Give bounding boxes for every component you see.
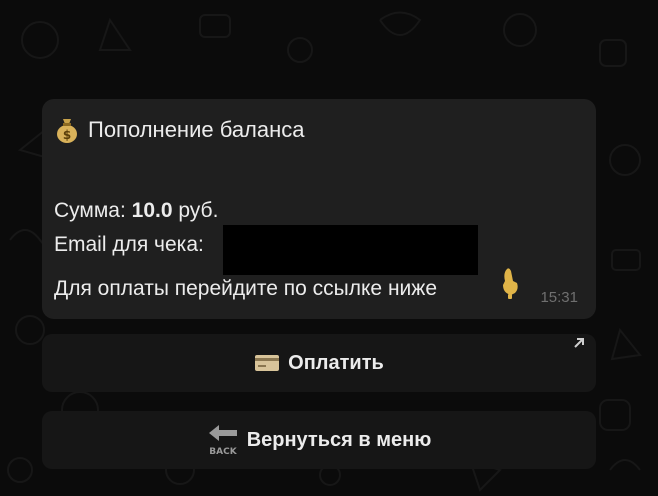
- title-text: Пополнение баланса: [88, 117, 305, 142]
- svg-text:$: $: [63, 128, 71, 142]
- back-to-menu-button[interactable]: BACK Вернуться в меню: [42, 411, 596, 469]
- pay-button[interactable]: Оплатить: [42, 334, 596, 392]
- bot-message: $ Пополнение баланса Сумма: 10.0 руб. Em…: [42, 99, 596, 319]
- message-time: 15:31: [540, 289, 578, 306]
- back-label: Вернуться в меню: [246, 428, 432, 451]
- pay-label: Оплатить: [288, 351, 384, 374]
- email-label: Email для чека:: [54, 233, 204, 256]
- amount-label: Сумма:: [54, 199, 132, 222]
- back-arrow-icon: BACK: [207, 423, 239, 457]
- external-link-icon: [574, 338, 584, 348]
- amount-unit: руб.: [172, 199, 219, 222]
- amount-value: 10.0: [131, 199, 173, 222]
- instruction-text: Для оплаты перейдите по ссылке ниже: [54, 277, 437, 300]
- back-icon-text: BACK: [209, 447, 237, 457]
- amount-line: Сумма: 10.0 руб.: [54, 199, 218, 223]
- redacted-email: [223, 225, 478, 275]
- money-bag-icon: $: [57, 119, 77, 143]
- pointing-down-hand-icon: [503, 268, 518, 299]
- credit-card-icon: [254, 353, 280, 373]
- message-title: $ Пополнение баланса: [56, 117, 305, 143]
